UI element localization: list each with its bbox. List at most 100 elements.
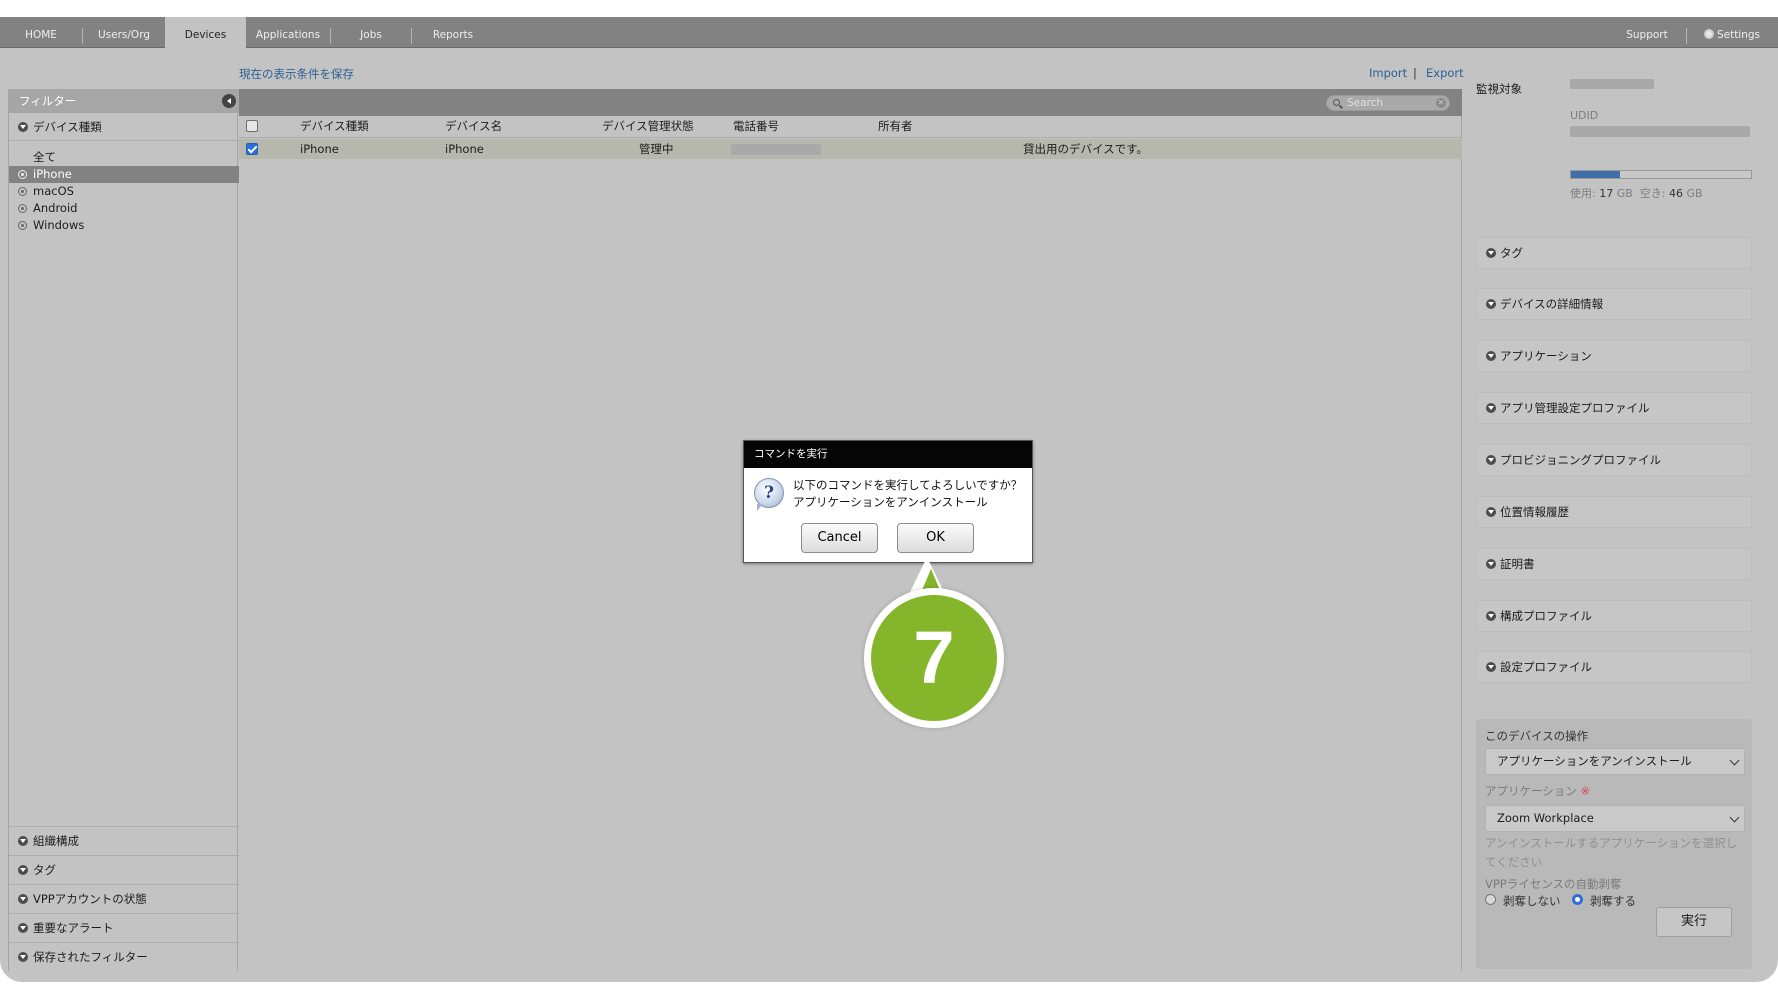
gear-icon <box>1703 29 1714 39</box>
chevron-down-icon <box>1486 559 1496 569</box>
details-section-apps[interactable]: アプリケーション <box>1476 340 1752 372</box>
link-separator: | <box>1413 66 1417 80</box>
column-status[interactable]: デバイス管理状態 <box>602 116 694 137</box>
search-input[interactable]: Search ✕ <box>1326 95 1450 111</box>
cell-note: 貸出用のデバイスです。 <box>1023 142 1149 156</box>
radio-icon <box>18 221 27 230</box>
vpp-radio-revoke[interactable] <box>1572 894 1583 905</box>
chevron-down-icon <box>18 865 28 875</box>
support-link[interactable]: Support <box>1612 17 1682 48</box>
ok-button[interactable]: OK <box>897 523 974 553</box>
details-section-provisioning[interactable]: プロビジョニングプロファイル <box>1476 444 1752 476</box>
details-section-settings-profiles[interactable]: 設定プロファイル <box>1476 651 1752 683</box>
execute-button[interactable]: 実行 <box>1656 907 1732 937</box>
section-label: 設定プロファイル <box>1500 660 1592 674</box>
chevron-down-icon <box>1486 403 1496 413</box>
column-phone[interactable]: 電話番号 <box>733 116 779 137</box>
option-label: Android <box>33 201 78 215</box>
app-label-text: アプリケーション <box>1485 784 1577 798</box>
redacted-value <box>1570 79 1654 89</box>
save-view-link[interactable]: 現在の表示条件を保存 <box>239 66 354 82</box>
option-label: 全て <box>33 150 56 164</box>
vpp-radio-keep[interactable] <box>1485 894 1496 905</box>
filter-panel: フィルター デバイス種類 全て iPhone macOS Android Win… <box>8 89 239 971</box>
vpp-label: VPPライセンスの自動剥奪 <box>1485 877 1622 891</box>
chevron-down-icon <box>1486 662 1496 672</box>
tab-applications[interactable]: Applications <box>246 17 330 48</box>
vpp-option-revoke: 剥奪する <box>1590 894 1636 908</box>
device-details-panel: 監視対象 UDID 使用: 17 GB 空き: 46 GB タグ デバイスの詳細… <box>1463 79 1778 971</box>
udid-label: UDID <box>1570 109 1599 122</box>
details-section-device-info[interactable]: デバイスの詳細情報 <box>1476 288 1752 320</box>
redacted-phone <box>731 144 821 155</box>
filter-section-org[interactable]: 組織構成 <box>9 826 239 855</box>
column-device-name[interactable]: デバイス名 <box>445 116 502 137</box>
filter-option-android[interactable]: Android <box>9 200 239 217</box>
used-value: 17 <box>1599 187 1614 200</box>
radio-icon <box>18 187 27 196</box>
details-section-location[interactable]: 位置情報履歴 <box>1476 496 1752 528</box>
section-label: デバイス種類 <box>33 120 102 134</box>
details-section-certificates[interactable]: 証明書 <box>1476 548 1752 580</box>
column-owner[interactable]: 所有者 <box>878 116 913 137</box>
column-device-type[interactable]: デバイス種類 <box>300 116 369 137</box>
chevron-down-icon <box>1486 248 1496 258</box>
table-row[interactable]: iPhone iPhone 管理中 貸出用のデバイスです。 <box>239 139 1462 159</box>
chevron-down-icon <box>18 923 28 933</box>
filter-section-saved[interactable]: 保存されたフィルター <box>9 942 239 971</box>
filter-section-device-type[interactable]: デバイス種類 <box>9 113 239 141</box>
filter-option-macos[interactable]: macOS <box>9 183 239 200</box>
tab-devices[interactable]: Devices <box>165 17 246 49</box>
filter-section-tag[interactable]: タグ <box>9 855 239 884</box>
select-all-checkbox[interactable] <box>246 120 258 132</box>
clear-icon[interactable]: ✕ <box>1436 98 1446 108</box>
chevron-down-icon <box>1486 299 1496 309</box>
chevron-down-icon <box>1486 455 1496 465</box>
chevron-down-icon <box>1486 351 1496 361</box>
section-label: VPPアカウントの状態 <box>33 892 147 906</box>
free-value: 46 <box>1669 187 1684 200</box>
filter-section-alerts[interactable]: 重要なアラート <box>9 913 239 942</box>
cell-status: 管理中 <box>639 142 674 156</box>
dialog-message-line2: アプリケーションをアンインストール <box>793 495 988 509</box>
collapse-panel-icon[interactable] <box>222 94 236 108</box>
chevron-down-icon <box>18 836 28 846</box>
tab-reports[interactable]: Reports <box>412 17 494 48</box>
details-section-app-config[interactable]: アプリ管理設定プロファイル <box>1476 392 1752 424</box>
app-select[interactable]: Zoom Workplace <box>1485 805 1745 832</box>
chevron-down-icon <box>18 952 28 962</box>
used-unit: GB <box>1616 187 1633 200</box>
chevron-down-icon <box>18 894 28 904</box>
row-checkbox[interactable] <box>246 143 258 155</box>
tab-home[interactable]: HOME <box>0 17 82 48</box>
dialog-message-line1: 以下のコマンドを実行してよろしいですか？ <box>793 478 1023 492</box>
option-label: macOS <box>33 184 74 198</box>
command-select[interactable]: アプリケーションをアンインストール <box>1485 748 1745 775</box>
app-window: HOME Users/Org Devices Applications Jobs… <box>0 17 1778 982</box>
details-section-tag[interactable]: タグ <box>1476 237 1752 269</box>
filter-option-windows[interactable]: Windows <box>9 217 239 234</box>
filter-title: フィルター <box>19 94 77 108</box>
cancel-button[interactable]: Cancel <box>801 523 878 553</box>
chevron-down-icon <box>1729 755 1740 766</box>
tab-users-org[interactable]: Users/Org <box>83 17 165 48</box>
top-nav: HOME Users/Org Devices Applications Jobs… <box>0 17 1778 49</box>
section-label: アプリ管理設定プロファイル <box>1500 401 1650 415</box>
import-link[interactable]: Import <box>1369 66 1407 80</box>
radio-icon <box>18 170 27 179</box>
confirm-dialog: コマンドを実行 ? 以下のコマンドを実行してよろしいですか？ アプリケーションを… <box>743 440 1033 563</box>
storage-bar <box>1570 170 1752 179</box>
settings-link[interactable]: Settings <box>1692 17 1772 48</box>
filter-option-all[interactable]: 全て <box>9 149 239 166</box>
filter-option-iphone[interactable]: iPhone <box>9 166 239 183</box>
app-label: アプリケーション ※ <box>1485 783 1590 799</box>
export-link[interactable]: Export <box>1426 66 1464 80</box>
redacted-udid <box>1570 126 1750 137</box>
search-placeholder: Search <box>1347 97 1384 109</box>
details-section-config-profiles[interactable]: 構成プロファイル <box>1476 600 1752 632</box>
command-value: アプリケーションをアンインストール <box>1497 754 1692 768</box>
tab-divider <box>1686 28 1687 44</box>
table-toolbar: Search ✕ <box>239 89 1462 116</box>
filter-section-vpp[interactable]: VPPアカウントの状態 <box>9 884 239 913</box>
tab-jobs[interactable]: Jobs <box>331 17 411 48</box>
